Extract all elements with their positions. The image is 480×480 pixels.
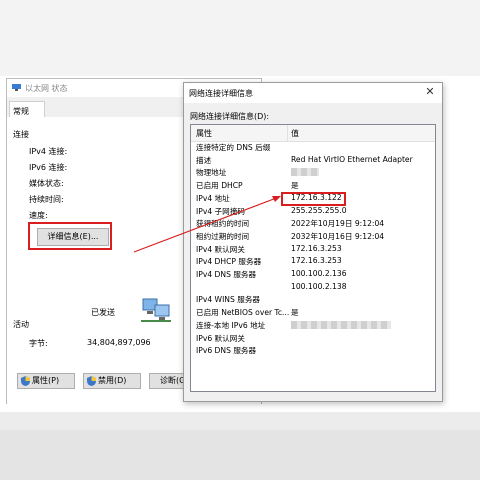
row-property: IPv4 子网掩码 — [196, 206, 245, 216]
header-value[interactable]: 值 — [291, 128, 299, 139]
media-state-label: 媒体状态: — [29, 179, 64, 188]
bytes-sent-value: 34,804,897,096 — [87, 338, 151, 347]
row-value: 2032年10月16日 9:12:04 — [291, 231, 385, 241]
list-row[interactable]: 已启用 DHCP 是 — [191, 179, 435, 192]
activity-section-label: 活动 — [13, 320, 29, 329]
details-button-highlight — [28, 222, 112, 250]
row-property: IPv4 DNS 服务器 — [196, 270, 257, 279]
row-value: 172.16.3.253 — [291, 256, 342, 266]
row-value: 255.255.255.0 — [291, 205, 347, 215]
close-icon[interactable]: ✕ — [424, 86, 436, 98]
list-row[interactable]: 描述 Red Hat VirtIO Ethernet Adapter — [191, 154, 435, 167]
list-row[interactable]: 100.100.2.138 — [191, 281, 435, 294]
list-row[interactable]: 物理地址 — [191, 166, 435, 179]
background-top — [0, 0, 480, 76]
row-property: 连接-本地 IPv6 地址 — [196, 320, 266, 330]
properties-label: 属性(P) — [32, 376, 60, 385]
row-property: IPv4 WINS 服务器 — [196, 295, 261, 305]
row-value: 2022年10月19日 9:12:04 — [291, 219, 385, 229]
row-value-redacted — [291, 167, 319, 177]
disable-button[interactable]: 禁用(D) — [83, 373, 141, 389]
list-row[interactable]: IPv4 子网掩码 255.255.255.0 — [191, 205, 435, 218]
network-icon — [12, 84, 21, 91]
list-row[interactable]: IPv4 DNS 服务器 100.100.2.136 — [191, 268, 435, 281]
bytes-label: 字节: — [29, 339, 48, 348]
list-row[interactable]: 连接-本地 IPv6 地址 — [191, 319, 435, 332]
tab-general[interactable]: 常规 — [9, 101, 45, 118]
row-property: IPv6 DNS 服务器 — [196, 346, 257, 356]
window-title: 网络连接详细信息 — [189, 89, 253, 98]
row-property: 描述 — [196, 155, 212, 165]
titlebar: 网络连接详细信息 ✕ — [184, 83, 442, 103]
row-property: 租约过期的时间 — [196, 231, 250, 241]
row-property: 获得租约的时间 — [196, 219, 250, 229]
list-header: 属性 值 — [191, 125, 435, 142]
network-connection-details-window: 网络连接详细信息 ✕ 网络连接详细信息(D): 属性 值 连接特定的 DNS 后… — [183, 82, 443, 402]
disable-label: 禁用(D) — [98, 376, 127, 385]
window-title: 以太网 状态 — [25, 84, 68, 93]
connection-section-label: 连接 — [13, 130, 29, 139]
header-separator — [287, 125, 288, 141]
list-row[interactable]: 连接特定的 DNS 后缀 — [191, 141, 435, 154]
row-value: Red Hat VirtIO Ethernet Adapter — [291, 154, 413, 164]
background-shade — [0, 430, 480, 480]
row-property: 连接特定的 DNS 后缀 — [196, 143, 271, 152]
network-activity-icon — [141, 298, 171, 322]
row-value: 100.100.2.138 — [291, 281, 347, 291]
ipv4-connectivity-label: IPv4 连接: — [29, 147, 68, 156]
row-value: 是 — [291, 308, 299, 318]
row-property: 已启用 DHCP — [196, 181, 243, 191]
row-property: IPv4 DHCP 服务器 — [196, 257, 262, 267]
ipv6-connectivity-label: IPv6 连接: — [29, 163, 68, 172]
row-property: IPv4 默认网关 — [196, 244, 245, 254]
shield-icon — [21, 376, 30, 386]
sent-label: 已发送 — [91, 308, 115, 317]
list-row[interactable]: IPv4 WINS 服务器 — [191, 293, 435, 306]
row-property: 已启用 NetBIOS over Tc... — [196, 308, 290, 318]
list-row[interactable]: 已启用 NetBIOS over Tc... 是 — [191, 306, 435, 319]
diagnose-label: 诊断(G — [160, 376, 186, 385]
row-value-redacted — [291, 320, 391, 329]
list-row[interactable]: IPv6 默认网关 — [191, 332, 435, 345]
shield-icon — [87, 376, 96, 386]
header-property[interactable]: 属性 — [196, 128, 212, 139]
details-list[interactable]: 属性 值 连接特定的 DNS 后缀 描述 Red Hat VirtIO Ethe… — [190, 124, 436, 392]
row-property: IPv4 地址 — [196, 193, 230, 203]
row-value: 是 — [291, 181, 299, 191]
list-row[interactable]: 租约过期的时间 2032年10月16日 9:12:04 — [191, 230, 435, 243]
list-row[interactable]: 获得租约的时间 2022年10月19日 9:12:04 — [191, 217, 435, 230]
duration-label: 持续时间: — [29, 195, 64, 204]
row-value: 172.16.3.253 — [291, 243, 342, 253]
row-property: IPv6 默认网关 — [196, 333, 245, 343]
row-value: 100.100.2.136 — [291, 269, 347, 278]
details-list-label: 网络连接详细信息(D): — [190, 112, 270, 121]
properties-button[interactable]: 属性(P) — [17, 373, 75, 389]
list-row[interactable]: IPv4 DHCP 服务器 172.16.3.253 — [191, 255, 435, 268]
list-row[interactable]: IPv6 DNS 服务器 — [191, 344, 435, 357]
row-property: 物理地址 — [196, 168, 227, 178]
list-row[interactable]: IPv4 默认网关 172.16.3.253 — [191, 243, 435, 256]
speed-label: 速度: — [29, 211, 48, 220]
ipv4-address-highlight — [281, 192, 346, 206]
